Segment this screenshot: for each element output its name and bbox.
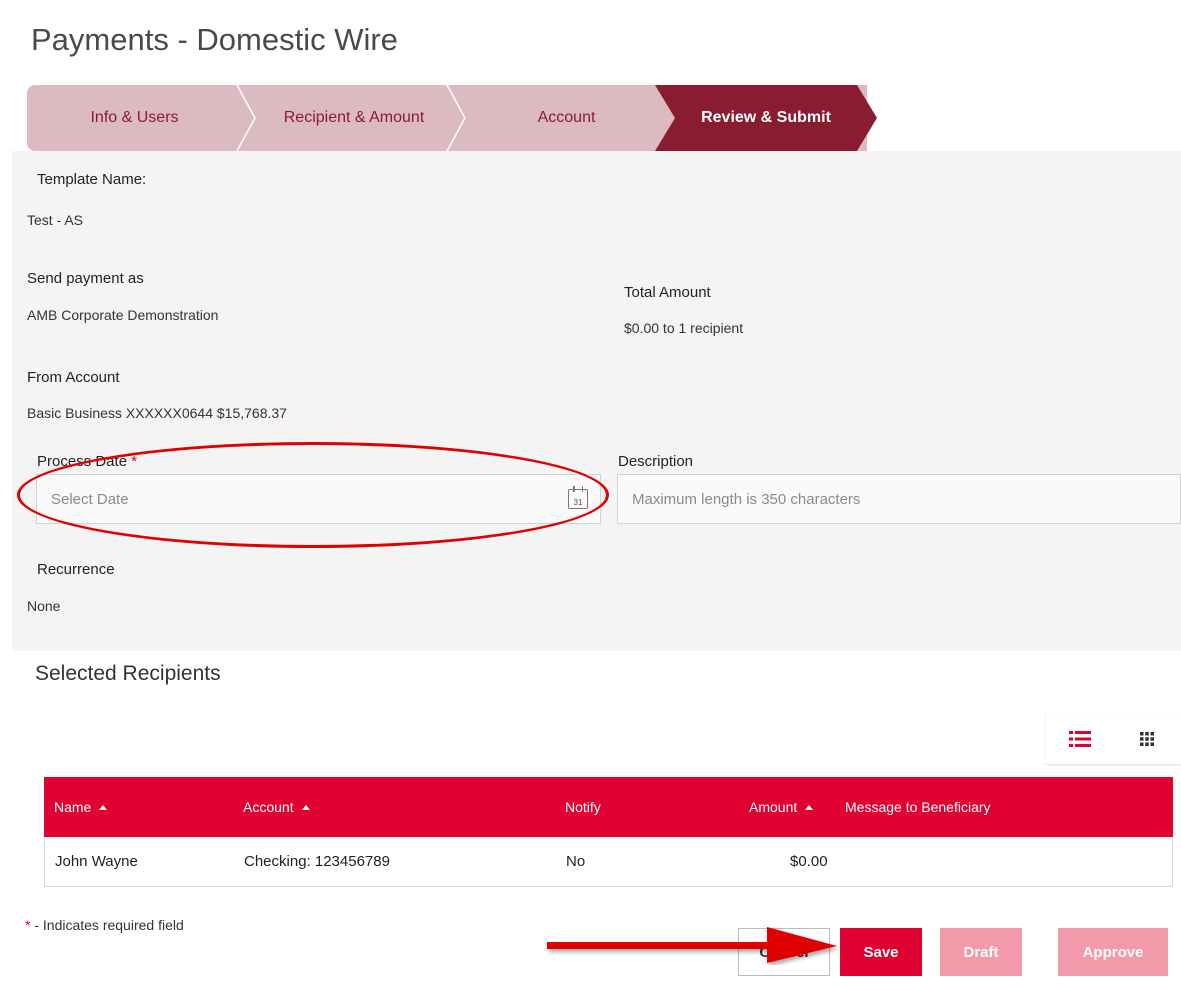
save-button[interactable]: Save bbox=[840, 928, 922, 976]
recipient-account: Checking: 123456789 bbox=[244, 853, 390, 870]
process-date-label: Process Date * bbox=[37, 453, 137, 470]
process-date-field[interactable]: 31 bbox=[36, 474, 601, 524]
column-header-amount-label: Amount bbox=[749, 799, 798, 815]
column-header-amount[interactable]: Amount bbox=[749, 777, 814, 837]
total-amount-value: $0.00 to 1 recipient bbox=[624, 320, 744, 336]
column-header-account-label: Account bbox=[243, 799, 294, 815]
grid-view-button[interactable] bbox=[1113, 714, 1180, 764]
from-account-label: From Account bbox=[27, 369, 120, 386]
table-header: Name Account Notify Amount Message to Be… bbox=[44, 777, 1173, 837]
send-as-label: Send payment as bbox=[27, 270, 144, 287]
selected-recipients-title: Selected Recipients bbox=[35, 662, 221, 685]
list-view-icon bbox=[1068, 731, 1091, 747]
draft-button[interactable]: Draft bbox=[940, 928, 1022, 976]
column-header-account[interactable]: Account bbox=[243, 777, 310, 837]
description-label: Description bbox=[618, 453, 694, 470]
list-view-button[interactable] bbox=[1046, 714, 1113, 764]
send-as-value: AMB Corporate Demonstration bbox=[27, 307, 219, 323]
column-header-message: Message to Beneficiary bbox=[845, 799, 991, 815]
grid-view-icon bbox=[1139, 732, 1154, 746]
wizard-stepper: Info & Users Recipient & Amount Account … bbox=[27, 85, 887, 151]
step-account[interactable]: Account bbox=[459, 85, 674, 151]
from-account-value: Basic Business XXXXXX0644 $15,768.37 bbox=[27, 405, 287, 421]
sort-up-icon bbox=[99, 804, 108, 810]
cancel-button[interactable]: Cancel bbox=[738, 928, 830, 976]
table-row[interactable]: John Wayne Checking: 123456789 No $0.00 bbox=[44, 837, 1173, 887]
recipient-name: John Wayne bbox=[55, 853, 138, 870]
column-header-name[interactable]: Name bbox=[54, 777, 108, 837]
recurrence-value: None bbox=[27, 598, 61, 614]
step-info-users[interactable]: Info & Users bbox=[27, 85, 242, 151]
description-input[interactable] bbox=[618, 489, 1180, 509]
description-field[interactable] bbox=[617, 474, 1181, 524]
step-review-submit[interactable]: Review & Submit bbox=[655, 85, 877, 151]
column-header-notify: Notify bbox=[565, 799, 601, 815]
total-amount-label: Total Amount bbox=[624, 284, 711, 301]
required-field-note-text: - Indicates required field bbox=[30, 917, 184, 933]
approve-button[interactable]: Approve bbox=[1058, 928, 1168, 976]
sort-up-icon bbox=[301, 804, 310, 810]
recipients-table: Name Account Notify Amount Message to Be… bbox=[44, 777, 1173, 887]
required-marker: * bbox=[131, 453, 138, 470]
process-date-input[interactable] bbox=[37, 489, 600, 509]
sort-up-icon bbox=[805, 804, 814, 810]
view-toggle bbox=[1046, 714, 1181, 764]
step-recipient-amount[interactable]: Recipient & Amount bbox=[249, 85, 459, 151]
template-name-value: Test - AS bbox=[27, 212, 84, 228]
page-title: Payments - Domestic Wire bbox=[31, 22, 398, 57]
recipient-amount: $0.00 bbox=[790, 853, 828, 870]
column-header-name-label: Name bbox=[54, 799, 92, 815]
payment-summary-panel bbox=[12, 151, 1181, 651]
required-field-note: * - Indicates required field bbox=[25, 917, 184, 933]
recipient-notify: No bbox=[566, 853, 586, 870]
process-date-label-text: Process Date bbox=[37, 453, 128, 470]
template-name-label: Template Name: bbox=[37, 171, 147, 188]
calendar-icon[interactable]: 31 bbox=[568, 486, 588, 509]
recurrence-label: Recurrence bbox=[37, 561, 115, 578]
